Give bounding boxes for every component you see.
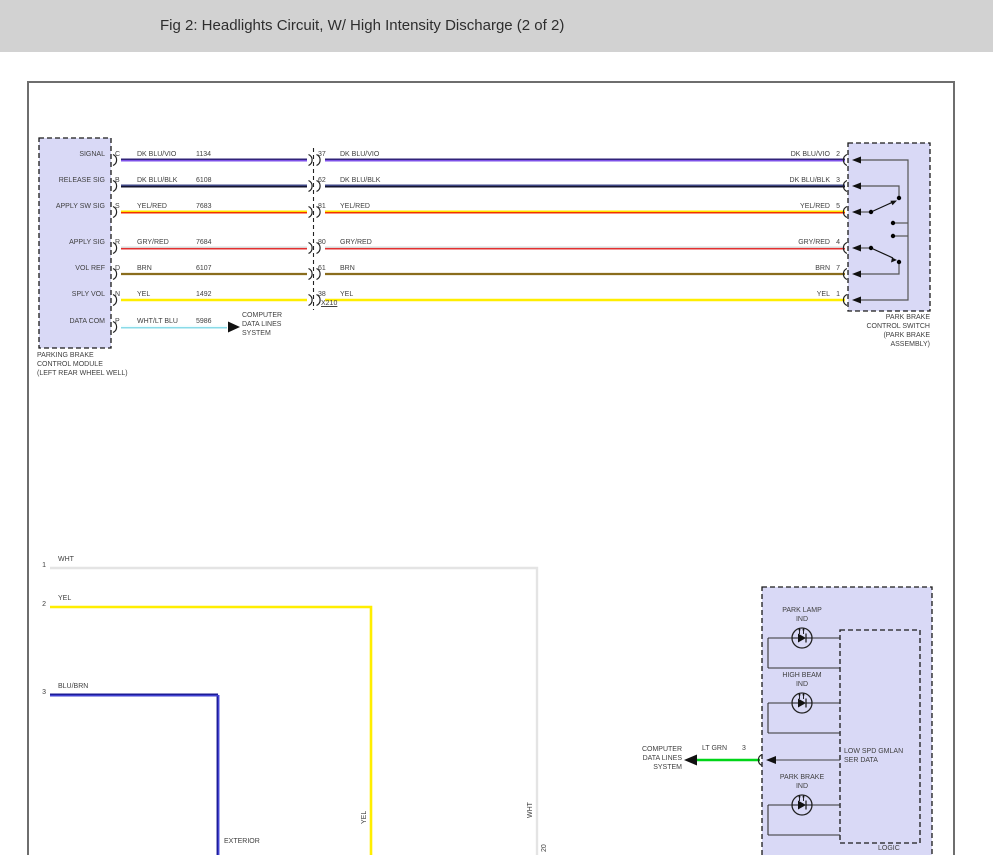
wire-applysw-yelred (121, 210, 845, 214)
wire-color-label: WHT (58, 556, 74, 563)
connector-pin-label: 38 (318, 291, 326, 298)
pin-letter-label: D (115, 265, 121, 272)
wire-yel-bottom (50, 605, 373, 855)
pin-name-label: SPLY VOL (71, 291, 105, 298)
pin-name-label: VOL REF (75, 265, 105, 272)
diagram-canvas: Fig 2: Headlights Circuit, W/ High Inten… (0, 0, 993, 855)
switch-pin-label: 7 (836, 265, 840, 272)
wire-color-label: BRN (137, 265, 152, 272)
wire-color-label: YEL (137, 291, 151, 298)
data-lines-arrow-right-icon (228, 321, 240, 333)
wire-color-label: YEL/RED (800, 203, 830, 210)
connector-id-label: X210 (321, 300, 338, 307)
wire-color-label: DK BLU/BLK (137, 177, 178, 184)
wire-color-label: DK BLU/BLK (340, 177, 381, 184)
pin-name-label: RELEASE SIG (58, 177, 105, 184)
switch-pin-label: 2 (836, 151, 840, 158)
wire-blubrn (50, 693, 220, 855)
pin-name-label: SIGNAL (79, 151, 105, 158)
connector-pin-label: 62 (318, 177, 326, 184)
wire-color-label: YEL/RED (340, 203, 370, 210)
circuit-number-label: 1134 (196, 151, 212, 158)
pin-letter-label: C (115, 151, 121, 158)
pin-name-label: APPLY SW SIG (55, 203, 105, 210)
switch-pin-label: 5 (836, 203, 840, 210)
connector-pin-label: 37 (318, 151, 326, 158)
indicator-label: PARK BRAKE IND (779, 774, 825, 790)
exterior-label: EXTERIOR (224, 838, 260, 845)
indicator-label: HIGH BEAM IND (782, 672, 822, 688)
switch-pin-label: 3 (836, 177, 840, 184)
cluster-block (761, 586, 933, 855)
wire-color-label: WHT/LT BLU (137, 318, 178, 325)
vertical-wire-label-wht: WHT (527, 802, 534, 818)
pin-letter-label: R (115, 239, 121, 246)
pin-letter-label: N (115, 291, 121, 298)
logic-label: LOGIC (878, 845, 900, 852)
connector-pin-label: 61 (318, 265, 326, 272)
module-caption: PARKING BRAKE CONTROL MODULE (LEFT REAR … (37, 352, 128, 377)
connector-pin-label: 80 (318, 239, 326, 246)
wire-color-label: GRY/RED (340, 239, 372, 246)
wire-color-label: YEL (58, 595, 72, 602)
wire-wht (50, 566, 539, 855)
circuit-number-label: 1492 (196, 291, 212, 298)
inline-connector-x210 (308, 148, 321, 310)
wire-color-label: BLU/BRN (58, 683, 89, 690)
bottom-pin-label: 3 (42, 689, 46, 696)
bottom-pin-label: 2 (42, 601, 46, 608)
switch-pin-connectors (842, 153, 848, 307)
wire-color-label: BRN (815, 265, 830, 272)
wire-release-dkblublk (121, 184, 845, 188)
circuit-number-label: 6107 (196, 265, 212, 272)
wire-color-label: DK BLU/VIO (340, 151, 380, 158)
wire-color-label: DK BLU/BLK (789, 177, 830, 184)
wire-color-label: YEL/RED (137, 203, 167, 210)
logic-block (839, 629, 921, 844)
circuit-number-label: 7683 (196, 203, 212, 210)
indicator-label: PARK LAMP IND (782, 607, 822, 623)
vertical-circuit-label: 20 (541, 844, 548, 852)
wire-color-label: BRN (340, 265, 355, 272)
switch-block (847, 142, 931, 312)
pin-name-label: APPLY SIG (69, 239, 105, 246)
wire-color-label: YEL (340, 291, 354, 298)
data-lines-arrow-left-icon (684, 754, 697, 766)
wire-color-label: DK BLU/VIO (137, 151, 177, 158)
wire-color-label: DK BLU/VIO (790, 151, 830, 158)
circuit-number-label: 5986 (196, 318, 212, 325)
circuit-number-label: 6108 (196, 177, 212, 184)
diagram-graphics (27, 81, 955, 855)
connector-pin-label: 81 (318, 203, 326, 210)
wire-color-label: YEL (816, 291, 830, 298)
switch-caption: PARK BRAKE CONTROL SWITCH (PARK BRAKE AS… (866, 314, 930, 348)
serial-bus-label: LOW SPD GMLAN SER DATA (844, 748, 904, 764)
pin-name-label: DATA COM (69, 318, 105, 325)
pin-letter-label: P (115, 318, 120, 325)
computer-data-lines-label: COMPUTER DATA LINES SYSTEM (242, 312, 283, 337)
connector-pin-label: 3 (742, 745, 746, 752)
switch-pin-label: 1 (836, 291, 840, 298)
pin-letter-label: S (115, 203, 120, 210)
wire-apply-gryred (121, 246, 845, 250)
bottom-pin-label: 1 (42, 562, 46, 569)
wire-color-label: GRY/RED (798, 239, 830, 246)
pin-letter-label: B (115, 177, 120, 184)
vertical-wire-label-yel: YEL (361, 810, 368, 824)
computer-data-lines-label: COMPUTER DATA LINES SYSTEM (641, 746, 682, 771)
wire-signal-dkbluvio (121, 158, 845, 162)
switch-pin-label: 4 (836, 239, 840, 246)
wire-color-label: GRY/RED (137, 239, 169, 246)
wire-color-label: LT GRN (702, 745, 728, 752)
circuit-number-label: 7684 (196, 239, 212, 246)
